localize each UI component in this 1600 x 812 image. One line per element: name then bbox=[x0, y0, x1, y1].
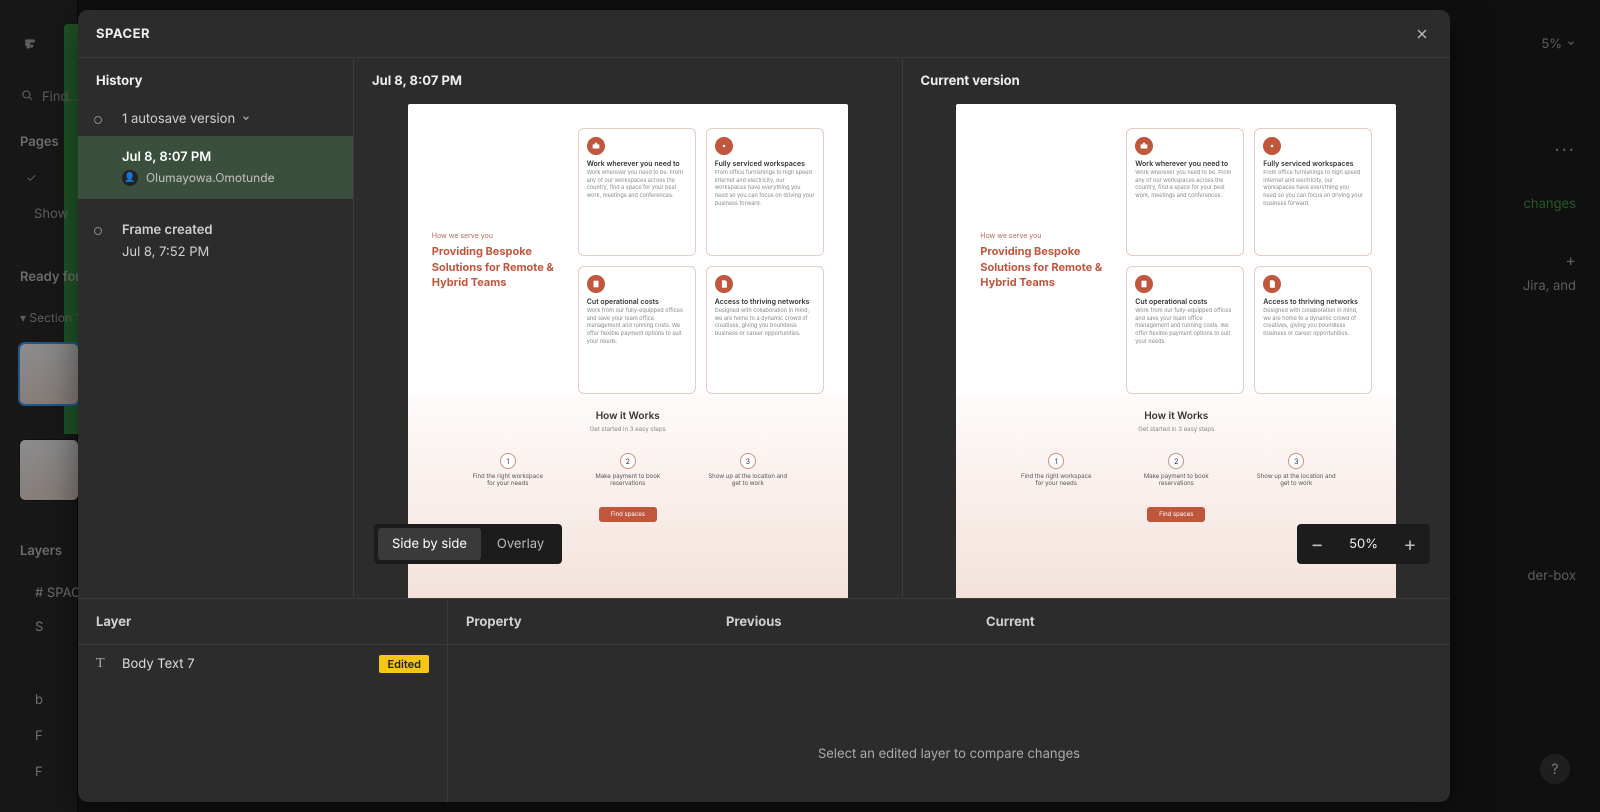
comparison-table: Layer T Body Text 7 Edited Property Prev… bbox=[78, 598, 1450, 802]
briefcase-icon bbox=[587, 137, 605, 155]
step: 3Show up at the location and get to work bbox=[708, 453, 788, 487]
version-history-modal: SPACER History 1 autosave version Jul 8,… bbox=[78, 10, 1450, 802]
edited-badge: Edited bbox=[379, 655, 429, 673]
previous-version-column: Jul 8, 8:07 PM How we serve you Providin… bbox=[354, 58, 903, 598]
property-column-header: Property bbox=[466, 614, 726, 630]
current-version-column: Current version How we serve you Providi… bbox=[903, 58, 1451, 598]
how-it-works-section: How it Works Get started in 3 easy steps… bbox=[956, 394, 1396, 598]
step: 1Find the right workspace for your needs bbox=[468, 453, 548, 487]
feature-grid: Work wherever you need toWork wherever y… bbox=[1126, 128, 1372, 394]
side-by-side-toggle[interactable]: Side by side bbox=[378, 528, 481, 560]
cta-button: Find spaces bbox=[1147, 507, 1205, 522]
previous-version-title: Jul 8, 8:07 PM bbox=[354, 58, 902, 104]
version-time: Jul 8, 8:07 PM bbox=[122, 148, 335, 168]
version-label: Frame created bbox=[122, 221, 335, 241]
chevron-down-icon bbox=[241, 110, 251, 130]
gear-icon bbox=[715, 137, 733, 155]
document-icon bbox=[1263, 275, 1281, 293]
feature-card: Access to thriving networksDesigned with… bbox=[1254, 266, 1372, 394]
building-icon bbox=[1135, 275, 1153, 293]
zoom-out-button[interactable]: − bbox=[1297, 524, 1337, 564]
comparison-layer-column: Layer T Body Text 7 Edited bbox=[78, 599, 448, 802]
gear-icon bbox=[1263, 137, 1281, 155]
preview-heading: Providing Bespoke Solutions for Remote &… bbox=[980, 244, 1110, 290]
overlay-toggle[interactable]: Overlay bbox=[483, 528, 558, 560]
current-column-header: Current bbox=[986, 614, 1035, 630]
history-header: History bbox=[78, 58, 353, 104]
how-title: How it Works bbox=[956, 410, 1396, 422]
cta-button: Find spaces bbox=[599, 507, 657, 522]
history-column: History 1 autosave version Jul 8, 8:07 P… bbox=[78, 58, 354, 598]
preview-tagline: How we serve you bbox=[980, 231, 1110, 240]
zoom-value: 50% bbox=[1337, 536, 1390, 552]
preview-tagline: How we serve you bbox=[432, 231, 562, 240]
step: 3Show up at the location and get to work bbox=[1256, 453, 1336, 487]
view-mode-toggle: Side by side Overlay bbox=[374, 524, 562, 564]
modal-title: SPACER bbox=[96, 26, 150, 42]
how-subtitle: Get started in 3 easy steps bbox=[408, 426, 848, 433]
how-it-works-section: How it Works Get started in 3 easy steps… bbox=[408, 394, 848, 598]
layer-row[interactable]: T Body Text 7 Edited bbox=[78, 645, 447, 683]
layer-column-header: Layer bbox=[78, 599, 447, 645]
text-layer-icon: T bbox=[96, 656, 112, 672]
preview-heading: Providing Bespoke Solutions for Remote &… bbox=[432, 244, 562, 290]
version-entry-selected[interactable]: Jul 8, 8:07 PM 👤 Olumayowa.Omotunde bbox=[78, 136, 353, 200]
zoom-control: − 50% + bbox=[1297, 524, 1430, 564]
feature-card: Access to thriving networksDesigned with… bbox=[706, 266, 824, 394]
version-user: Olumayowa.Omotunde bbox=[146, 169, 275, 187]
how-title: How it Works bbox=[408, 410, 848, 422]
step: 2Make payment to book reservations bbox=[1136, 453, 1216, 487]
building-icon bbox=[587, 275, 605, 293]
document-icon bbox=[715, 275, 733, 293]
modal-body: History 1 autosave version Jul 8, 8:07 P… bbox=[78, 58, 1450, 598]
close-button[interactable] bbox=[1412, 24, 1432, 44]
modal-header: SPACER bbox=[78, 10, 1450, 58]
step: 1Find the right workspace for your needs bbox=[1016, 453, 1096, 487]
briefcase-icon bbox=[1135, 137, 1153, 155]
feature-card: Work wherever you need toWork wherever y… bbox=[578, 128, 696, 256]
empty-state-message: Select an edited layer to compare change… bbox=[448, 746, 1450, 762]
step: 2Make payment to book reservations bbox=[588, 453, 668, 487]
app-shell: Find… Pages ✓ Show Ready for ▾ Section 1… bbox=[0, 0, 1600, 812]
feature-card: Work wherever you need toWork wherever y… bbox=[1126, 128, 1244, 256]
autosave-label: 1 autosave version bbox=[122, 110, 235, 130]
feature-card: Cut operational costsWork from our fully… bbox=[578, 266, 696, 394]
current-version-title: Current version bbox=[903, 58, 1451, 104]
feature-card: Cut operational costsWork from our fully… bbox=[1126, 266, 1244, 394]
feature-grid: Work wherever you need toWork wherever y… bbox=[578, 128, 824, 394]
feature-card: Fully serviced workspacesFrom office fur… bbox=[1254, 128, 1372, 256]
comparison-details-column: Property Previous Current Select an edit… bbox=[448, 599, 1450, 802]
zoom-in-button[interactable]: + bbox=[1390, 524, 1430, 564]
autosave-group[interactable]: 1 autosave version bbox=[78, 104, 353, 136]
feature-card: Fully serviced workspacesFrom office fur… bbox=[706, 128, 824, 256]
layer-name: Body Text 7 bbox=[122, 656, 195, 672]
previous-column-header: Previous bbox=[726, 614, 986, 630]
version-entry[interactable]: Frame created Jul 8, 7:52 PM bbox=[78, 215, 353, 268]
how-subtitle: Get started in 3 easy steps bbox=[956, 426, 1396, 433]
version-time: Jul 8, 7:52 PM bbox=[122, 243, 335, 263]
user-avatar: 👤 bbox=[122, 170, 138, 186]
